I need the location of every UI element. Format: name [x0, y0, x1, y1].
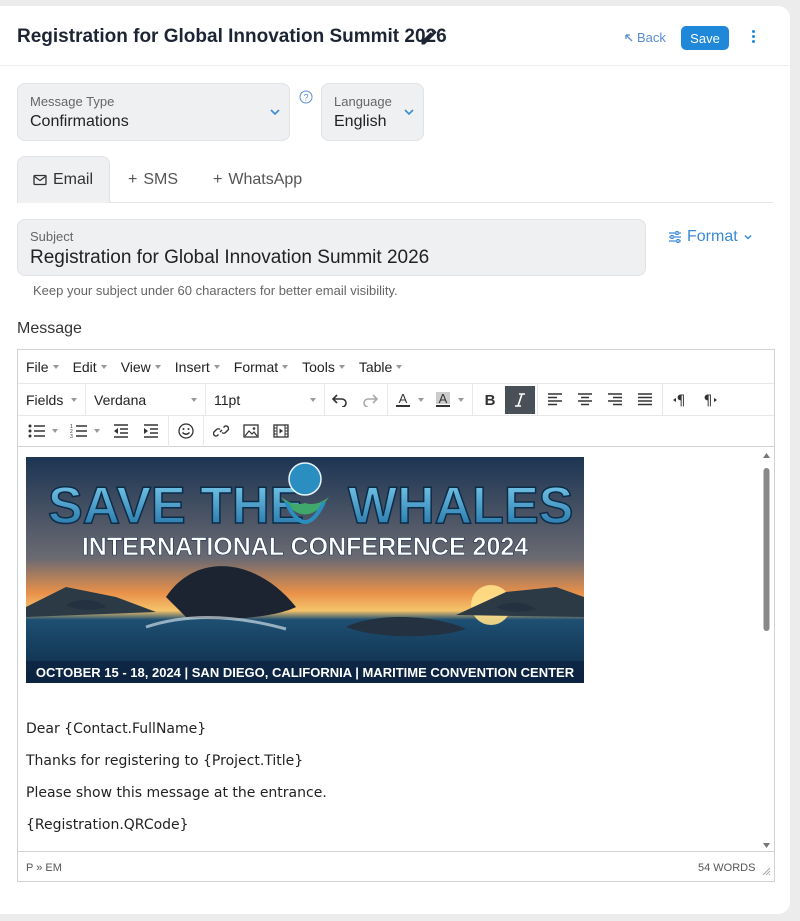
- media-icon[interactable]: [266, 417, 296, 445]
- word-count: 54 WORDS: [698, 862, 756, 874]
- text-color-icon[interactable]: A: [390, 386, 416, 414]
- language-value: English: [334, 113, 387, 130]
- tab-whatsapp-label: WhatsApp: [228, 170, 303, 188]
- svg-text:A: A: [399, 391, 408, 406]
- banner-title-left: SAVE THE: [48, 477, 304, 535]
- banner-title-right: WHALES: [348, 477, 573, 535]
- outdent-icon[interactable]: [106, 417, 136, 445]
- font-family-dropdown[interactable]: Verdana: [86, 383, 206, 416]
- page-header: Registration for Global Innovation Summi…: [0, 6, 790, 66]
- rtl-icon[interactable]: ¶: [695, 386, 725, 414]
- qrcode-placeholder-line: {Registration.QRCode}: [26, 817, 189, 833]
- tab-email[interactable]: Email: [17, 156, 110, 203]
- menu-view[interactable]: View: [121, 359, 161, 375]
- align-justify-icon[interactable]: [630, 386, 660, 414]
- subject-field[interactable]: Subject Registration for Global Innovati…: [17, 219, 646, 276]
- svg-text:3: 3: [70, 434, 73, 438]
- editor-menubar: File Edit View Insert Format Tools Table: [18, 350, 774, 383]
- back-label: Back: [637, 30, 666, 45]
- arrow-up-left-icon: [625, 33, 633, 41]
- help-icon[interactable]: ?: [299, 90, 313, 104]
- chevron-down-icon: [744, 234, 752, 240]
- menu-tools[interactable]: Tools: [302, 359, 345, 375]
- conference-banner-image: SAVE THE WHALES INTERNATIONAL CONFERENCE…: [26, 457, 584, 683]
- banner-footer: OCTOBER 15 - 18, 2024 | SAN DIEGO, CALIF…: [36, 665, 575, 680]
- more-options-icon[interactable]: [745, 28, 761, 48]
- fields-dropdown[interactable]: Fields: [18, 383, 86, 416]
- font-size-dropdown[interactable]: 11pt: [206, 383, 325, 416]
- editor-statusbar: P » EM 54 WORDS: [18, 851, 774, 881]
- ltr-icon[interactable]: ¶: [665, 386, 695, 414]
- language-select[interactable]: Language English: [321, 83, 424, 141]
- svg-text:¶: ¶: [677, 393, 686, 408]
- emoji-icon[interactable]: [171, 417, 201, 445]
- page-title: Registration for Global Innovation Summi…: [17, 26, 447, 47]
- message-type-select[interactable]: Message Type Confirmations: [17, 83, 290, 141]
- menu-format[interactable]: Format: [234, 359, 289, 375]
- save-button[interactable]: Save: [681, 26, 729, 50]
- channel-tabs: Email + SMS + WhatsApp: [17, 156, 773, 203]
- svg-text:B: B: [485, 392, 496, 408]
- align-right-icon[interactable]: [600, 386, 630, 414]
- tab-whatsapp[interactable]: + WhatsApp: [213, 156, 302, 203]
- menu-insert[interactable]: Insert: [175, 359, 220, 375]
- numbered-list-icon[interactable]: 123: [64, 417, 94, 445]
- tab-email-label: Email: [53, 171, 94, 188]
- bullet-list-icon[interactable]: [22, 417, 52, 445]
- tab-sms-label: SMS: [143, 170, 179, 188]
- undo-icon[interactable]: [325, 386, 355, 414]
- mail-icon: [33, 174, 47, 186]
- banner-subtitle: INTERNATIONAL CONFERENCE 2024: [82, 533, 528, 561]
- format-label: Format: [687, 228, 738, 245]
- svg-text:¶: ¶: [704, 393, 713, 408]
- plus-icon: +: [128, 170, 138, 188]
- format-dropdown[interactable]: Format: [668, 228, 753, 246]
- resize-handle-icon[interactable]: [761, 866, 771, 876]
- tab-sms[interactable]: + SMS: [128, 156, 178, 203]
- back-link[interactable]: Back: [624, 30, 666, 45]
- chevron-down-icon: [270, 109, 280, 116]
- editor-scrollbar[interactable]: [759, 450, 774, 851]
- svg-text:?: ?: [303, 93, 308, 103]
- menu-table[interactable]: Table: [359, 359, 403, 375]
- message-label: Message: [17, 320, 82, 337]
- greeting-line: Dear {Contact.FullName}: [26, 721, 207, 737]
- link-icon[interactable]: [206, 417, 236, 445]
- main-card: Registration for Global Innovation Summi…: [0, 6, 790, 914]
- subject-value: Registration for Global Innovation Summi…: [30, 247, 430, 268]
- background-color-icon[interactable]: A: [430, 386, 456, 414]
- redo-icon[interactable]: [355, 386, 385, 414]
- italic-icon[interactable]: [505, 385, 535, 414]
- editor-content[interactable]: SAVE THE WHALES INTERNATIONAL CONFERENCE…: [18, 450, 758, 851]
- editor-toolbar-row-1: Fields Verdana 11pt A A B ¶ ¶: [18, 383, 774, 416]
- svg-text:A: A: [439, 391, 448, 406]
- plus-icon: +: [213, 170, 223, 188]
- subject-label: Subject: [30, 229, 74, 244]
- image-icon[interactable]: [236, 417, 266, 445]
- pencil-icon[interactable]: [419, 27, 439, 47]
- menu-file[interactable]: File: [26, 359, 59, 375]
- subject-hint: Keep your subject under 60 characters fo…: [33, 283, 398, 298]
- menu-edit[interactable]: Edit: [73, 359, 107, 375]
- instruction-line: Please show this message at the entrance…: [26, 785, 327, 801]
- chevron-down-icon: [404, 109, 414, 116]
- element-path[interactable]: P » EM: [26, 862, 62, 874]
- language-label: Language: [334, 94, 392, 109]
- thanks-line: Thanks for registering to {Project.Title…: [26, 753, 304, 769]
- sliders-icon: [669, 231, 681, 243]
- message-type-label: Message Type: [30, 94, 115, 109]
- bold-icon[interactable]: B: [475, 386, 505, 414]
- message-type-value: Confirmations: [30, 113, 129, 130]
- align-center-icon[interactable]: [570, 386, 600, 414]
- align-left-icon[interactable]: [540, 386, 570, 414]
- indent-icon[interactable]: [136, 417, 166, 445]
- rich-text-editor: File Edit View Insert Format Tools Table…: [17, 349, 775, 882]
- editor-toolbar-row-2: 123: [18, 415, 774, 447]
